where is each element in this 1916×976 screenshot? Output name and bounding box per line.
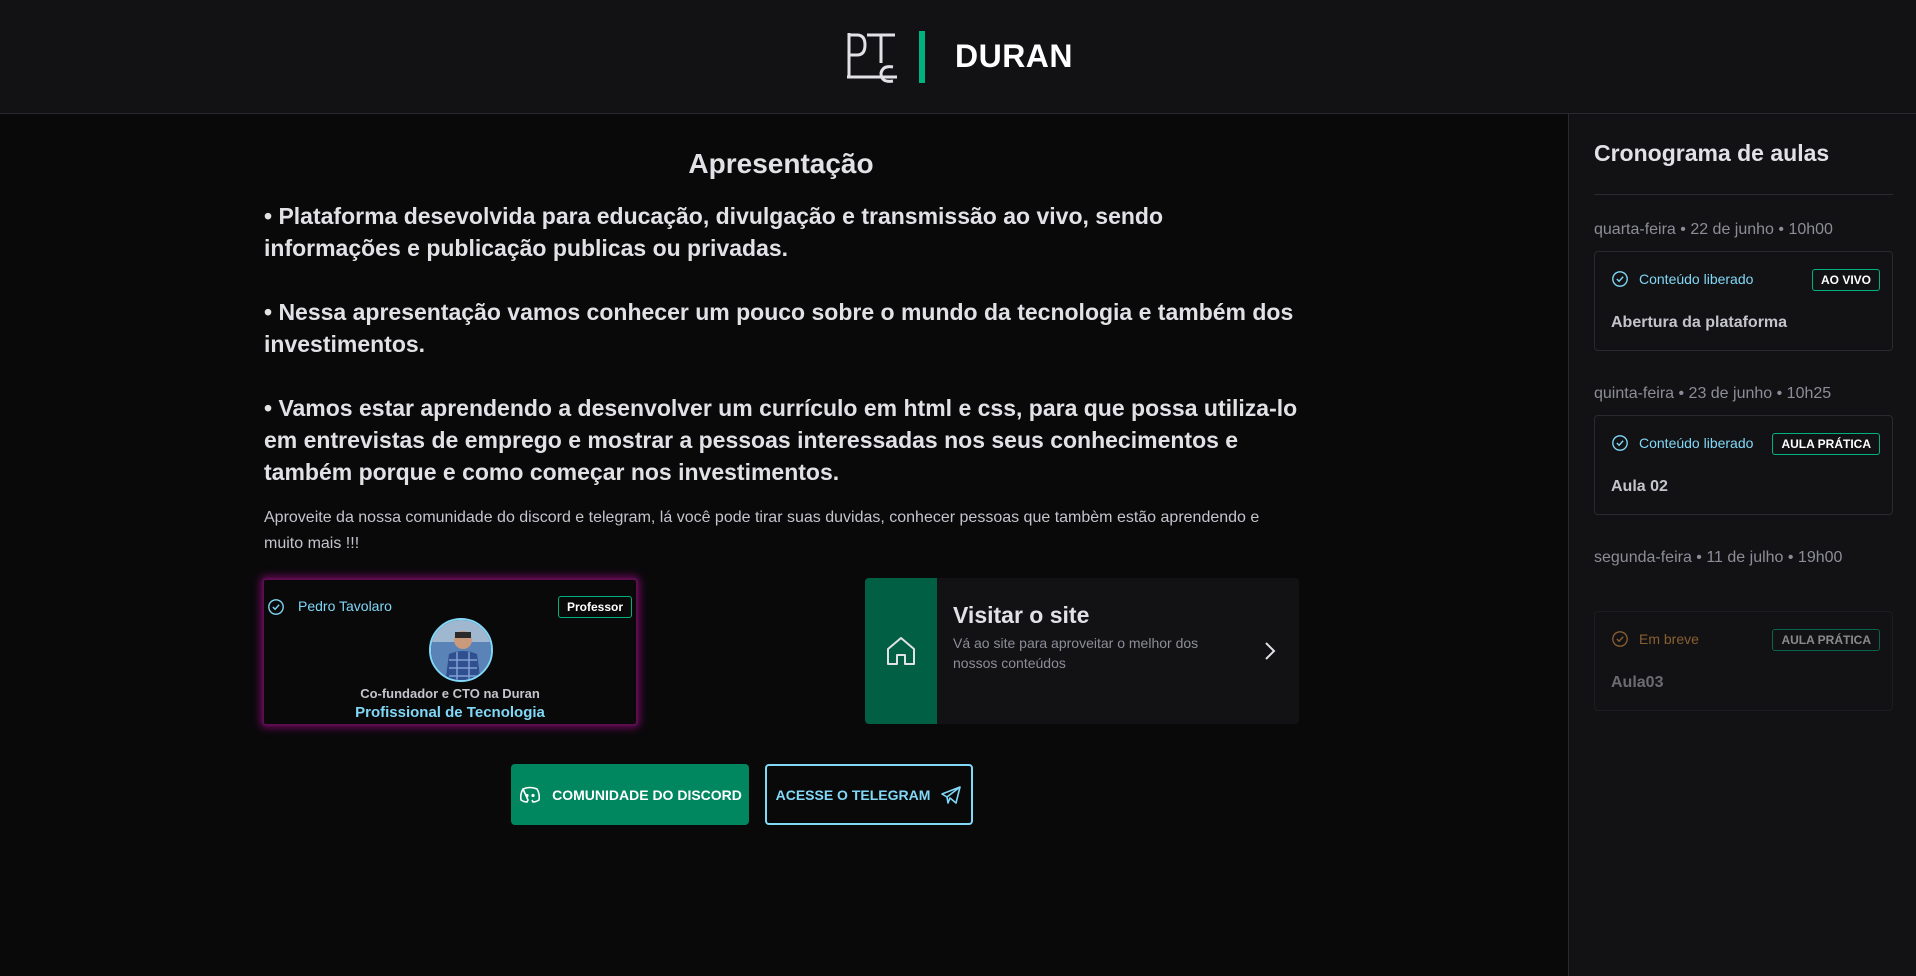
lesson-card[interactable]: Conteúdo liberado AULA PRÁTICA Aula 02 bbox=[1594, 415, 1893, 515]
sidebar-title: Cronograma de aulas bbox=[1594, 140, 1830, 166]
lesson-date: quinta-feira • 23 de junho • 10h25 bbox=[1594, 385, 1832, 402]
lesson-badge: AULA PRÁTICA bbox=[1772, 629, 1880, 651]
ptc-logo-icon bbox=[846, 32, 897, 83]
professor-title: Profissional de Tecnologia bbox=[355, 704, 545, 721]
lesson-badge: AO VIVO bbox=[1811, 269, 1880, 291]
lesson-card[interactable]: Em breve AULA PRÁTICA Aula03 bbox=[1594, 611, 1893, 711]
professor-badge: Professor bbox=[557, 596, 632, 618]
avatar-photo bbox=[431, 620, 491, 680]
telegram-icon bbox=[941, 785, 962, 804]
visit-description: Vá ao site para aproveitar o melhor dos … bbox=[953, 635, 1199, 671]
professor-name: Pedro Tavolaro bbox=[298, 598, 392, 614]
lesson-card[interactable]: Conteúdo liberado AO VIVO Abertura da pl… bbox=[1594, 251, 1893, 351]
check-circle-icon bbox=[1612, 631, 1628, 647]
sidebar-divider bbox=[1594, 194, 1893, 195]
lesson-name: Abertura da plataforma bbox=[1611, 314, 1788, 331]
paragraph-3: • Vamos estar aprendendo a desenvolver u… bbox=[264, 395, 1298, 485]
page-title: Apresentação bbox=[688, 148, 874, 179]
professor-card: Pedro Tavolaro Professor Co-fundador e C… bbox=[262, 578, 638, 726]
check-circle-icon bbox=[268, 599, 284, 615]
lesson-status: Conteúdo liberado bbox=[1639, 271, 1754, 287]
main-content: Apresentação • Plataforma desevolvida pa… bbox=[0, 114, 1568, 976]
professor-role: Co-fundador e CTO na Duran bbox=[360, 686, 540, 701]
lesson-name: Aula03 bbox=[1611, 674, 1664, 691]
logo-divider bbox=[918, 30, 925, 83]
presentation-section: Apresentação • Plataforma desevolvida pa… bbox=[264, 114, 1298, 557]
top-header: DURAN bbox=[0, 0, 1916, 114]
visit-text: Visitar o site Vá ao site para aproveita… bbox=[953, 602, 1223, 673]
lesson-date: segunda-feira • 11 de julho • 19h00 bbox=[1594, 549, 1843, 566]
check-circle-icon bbox=[1612, 271, 1628, 287]
brand-logo[interactable]: DURAN bbox=[843, 27, 1073, 87]
discord-button[interactable]: COMUNIDADE DO DISCORD bbox=[511, 764, 749, 825]
lesson-name: Aula 02 bbox=[1611, 478, 1668, 495]
visit-title: Visitar o site bbox=[953, 602, 1090, 628]
schedule-sidebar: Cronograma de aulas quarta-feira • 22 de… bbox=[1568, 114, 1916, 976]
avatar bbox=[429, 618, 493, 682]
check-circle-icon bbox=[1612, 435, 1628, 451]
telegram-button[interactable]: ACESSE O TELEGRAM bbox=[765, 764, 973, 825]
visit-icon-box bbox=[865, 578, 937, 724]
lesson-status: Em breve bbox=[1639, 631, 1699, 647]
visit-site-card[interactable]: Visitar o site Vá ao site para aproveita… bbox=[865, 578, 1299, 724]
community-note: Aproveite da nossa comunidade do discord… bbox=[264, 509, 1260, 552]
brand-name: DURAN bbox=[954, 38, 1074, 74]
lesson-date: quarta-feira • 22 de junho • 10h00 bbox=[1594, 221, 1833, 238]
discord-icon bbox=[520, 786, 541, 803]
home-icon bbox=[887, 637, 915, 665]
discord-button-label: COMUNIDADE DO DISCORD bbox=[552, 786, 742, 803]
professor-header: Pedro Tavolaro Professor bbox=[264, 596, 636, 618]
lesson-badge: AULA PRÁTICA bbox=[1772, 433, 1880, 455]
paragraph-2: • Nessa apresentação vamos conhecer um p… bbox=[264, 299, 1294, 357]
telegram-button-label: ACESSE O TELEGRAM bbox=[775, 786, 931, 803]
paragraph-1: • Plataforma desevolvida para educação, … bbox=[264, 203, 1164, 261]
lesson-status: Conteúdo liberado bbox=[1639, 435, 1754, 451]
chevron-right-icon bbox=[1265, 642, 1276, 660]
